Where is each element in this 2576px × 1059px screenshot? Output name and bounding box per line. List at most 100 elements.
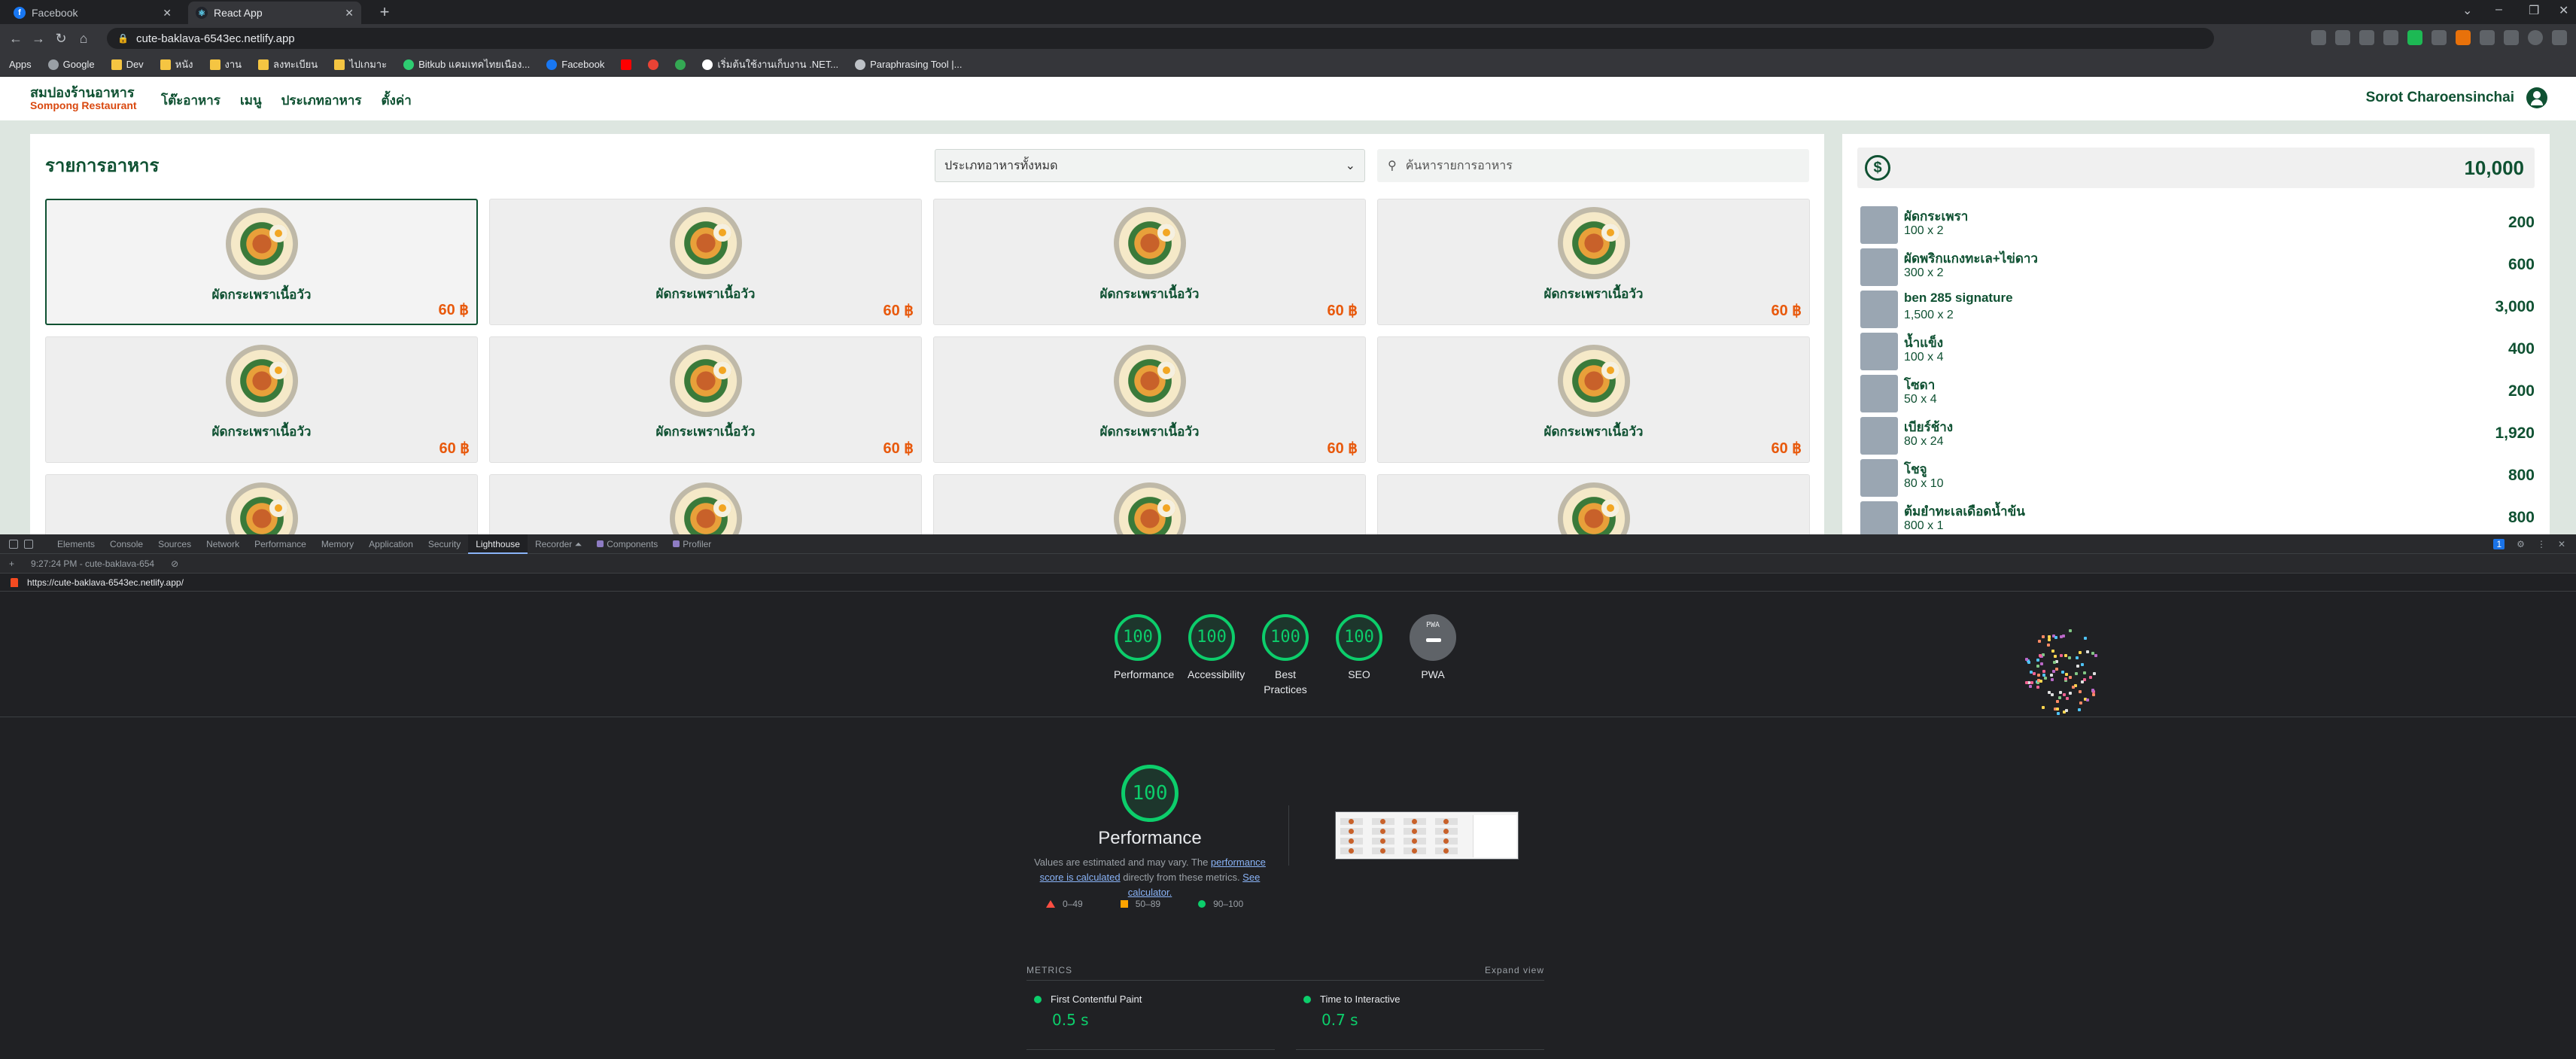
score-performance[interactable]: 100 Performance [1114,614,1174,697]
inspect-icon[interactable] [9,539,18,549]
tab-components[interactable]: Components [589,534,665,554]
dish-card[interactable]: ผัดกระเพราเนื้อวัว 60 ฿ [1377,199,1810,325]
bookmark-apps[interactable]: Apps [9,59,32,128]
nav-food-types[interactable]: ประเภทอาหาร [281,90,362,111]
tab-facebook[interactable]: f Facebook ✕ [6,2,179,24]
dish-card[interactable]: ผัดกระเพราเนื้อวัว 60 ฿ [1377,336,1810,463]
bookmark-dotnet[interactable]: เริ่มต้นใช้งานเก็บงาน .NET... [702,56,838,72]
dish-card[interactable] [933,474,1366,534]
clear-icon[interactable]: ⊘ [171,558,178,569]
dish-card[interactable]: ผัดกระเพราเนื้อวัว 60 ฿ [933,336,1366,463]
bookmark-drive[interactable] [675,59,686,70]
order-item[interactable]: โซดา 50 x 4 200 [1860,373,2535,415]
settings-gear-icon[interactable]: ⚙ [2517,539,2525,549]
order-item[interactable]: เบียร์ช้าง 80 x 24 1,920 [1860,415,2535,458]
kebab-menu-icon[interactable] [2552,30,2567,45]
issues-badge[interactable]: 1 [2493,539,2505,549]
extension-icon[interactable] [2383,30,2398,45]
tab-recorder[interactable]: Recorder ⏶ [528,534,589,554]
device-toggle-icon[interactable] [24,539,33,549]
close-icon[interactable]: ✕ [163,7,172,20]
tab-network[interactable]: Network [199,534,247,554]
final-screenshot-thumbnail[interactable] [1335,811,1519,860]
order-item-thumbnail [1860,501,1898,534]
more-options-icon[interactable]: ⋮ [2537,539,2546,549]
bookmark-folder[interactable]: ลงทะเบียน [258,56,318,72]
minimize-button[interactable]: – [2495,3,2502,17]
dish-card[interactable]: ผัดกระเพราเนื้อวัว 60 ฿ [933,199,1366,325]
metric-tti[interactable]: Time to Interactive 0.7 s [1303,994,1552,1029]
tab-memory[interactable]: Memory [314,534,361,554]
puzzle-icon[interactable] [2480,30,2495,45]
bookmark-gmail[interactable] [648,59,659,70]
profile-icon[interactable] [2528,30,2543,45]
score-accessibility[interactable]: 100 Accessibility [1188,614,1245,697]
home-icon[interactable]: ⌂ [72,31,95,47]
close-icon[interactable]: ✕ [345,7,354,20]
tab-sources[interactable]: Sources [151,534,199,554]
address-bar[interactable]: 🔒 cute-baklava-6543ec.netlify.app [107,28,2214,49]
category-select[interactable]: ประเภทอาหารทั้งหมด ⌄ [935,149,1365,182]
order-item[interactable]: ต้มยำทะเลเดือดน้ำข้น 800 x 1 800 [1860,500,2535,534]
order-item[interactable]: ben 285 signature 1,500 x 2 3,000 [1860,289,2535,331]
order-item[interactable]: ผัดพริกแกงทะเล+ไข่ดาว 300 x 2 600 [1860,247,2535,289]
back-icon[interactable]: ← [5,31,27,47]
tab-search-icon[interactable]: ⌄ [2462,3,2472,18]
forward-icon[interactable]: → [27,31,50,47]
close-window-button[interactable]: ✕ [2559,3,2568,18]
nav-settings[interactable]: ตั้งค่า [382,90,412,111]
dish-card[interactable]: ผัดกระเพราเนื้อวัว 60 ฿ [489,199,922,325]
sidebar-icon[interactable] [2504,30,2519,45]
maximize-button[interactable]: ❐ [2529,3,2539,18]
dish-card[interactable] [45,474,478,534]
tab-lighthouse[interactable]: Lighthouse [468,534,528,554]
bookmark-folder[interactable]: ไปเกมาะ [334,56,387,72]
new-report-icon[interactable]: + [9,558,14,569]
extension-icon[interactable] [2432,30,2447,45]
user-menu[interactable]: Sorot Charoensinchai [2366,87,2547,108]
extension-icon[interactable] [2407,30,2422,45]
tab-profiler[interactable]: Profiler [665,534,719,554]
tab-application[interactable]: Application [361,534,421,554]
new-tab-button[interactable]: + [375,3,394,23]
score-seo[interactable]: 100 SEO [1335,614,1383,697]
dish-card[interactable] [1377,474,1810,534]
search-input[interactable]: ⚲ ค้นหารายการอาหาร [1377,149,1809,182]
translate-icon[interactable] [2311,30,2326,45]
nav-tables[interactable]: โต๊ะอาหาร [161,90,220,111]
tab-console[interactable]: Console [102,534,151,554]
user-avatar-icon[interactable] [2526,87,2547,108]
bookmark-bitkub[interactable]: Bitkub แคมเทคไทยเนือง... [403,56,530,72]
reload-icon[interactable]: ↻ [50,31,72,47]
tab-elements[interactable]: Elements [50,534,102,554]
expand-view-button[interactable]: Expand view [1485,965,1544,975]
order-item[interactable]: น้ำแข็ง 100 x 4 400 [1860,331,2535,373]
metric-fcp[interactable]: First Contentful Paint 0.5 s [1034,994,1282,1029]
order-item[interactable]: โชจู 80 x 10 800 [1860,458,2535,500]
dish-card[interactable]: ผัดกระเพราเนื้อวัว 60 ฿ [45,199,478,325]
share-icon[interactable] [2335,30,2350,45]
close-icon[interactable]: ✕ [2558,539,2565,549]
report-selector[interactable]: 9:27:24 PM - cute-baklava-654 [31,558,154,569]
tab-security[interactable]: Security [421,534,468,554]
metamask-icon[interactable] [2456,30,2471,45]
bookmark-folder[interactable]: Dev [111,59,144,70]
tab-react-app[interactable]: ⚛ React App ✕ [188,2,361,24]
dish-card[interactable] [489,474,922,534]
score-pwa[interactable]: PWA [1409,614,1457,697]
dish-card[interactable]: ผัดกระเพราเนื้อวัว 60 ฿ [45,336,478,463]
bookmark-paraphrasing[interactable]: Paraphrasing Tool |... [855,59,962,70]
order-item[interactable]: ผัดกระเพรา 100 x 2 200 [1860,205,2535,247]
bookmark-folder[interactable]: หนัง [160,56,193,72]
dish-card[interactable]: ผัดกระเพราเนื้อวัว 60 ฿ [489,336,922,463]
nav-menu[interactable]: เมนู [240,90,262,111]
bookmark-folder[interactable]: งาน [209,56,242,72]
bookmark-star-icon[interactable] [2359,30,2374,45]
bookmark-youtube[interactable] [621,59,632,70]
report-url[interactable]: https://cute-baklava-6543ec.netlify.app/ [27,577,184,588]
score-best-practices[interactable]: 100 Best Practices [1261,614,1309,697]
brand-logo[interactable]: สมปองร้านอาหาร Sompong Restaurant [30,86,137,111]
tab-performance[interactable]: Performance [247,534,314,554]
bookmark-facebook[interactable]: Facebook [546,59,604,70]
bookmark-google[interactable]: Google [47,59,95,70]
